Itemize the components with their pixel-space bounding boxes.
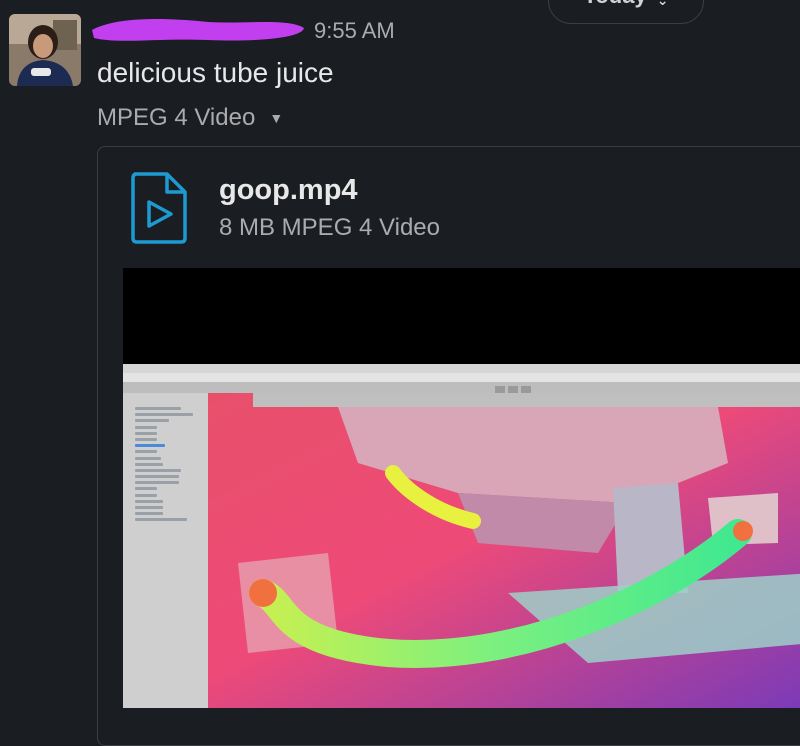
video-frame-titlebar [123, 364, 800, 373]
day-divider-button[interactable]: Today ⌄ [548, 0, 704, 24]
video-frame-toolbar [123, 382, 800, 393]
avatar[interactable] [9, 14, 81, 86]
video-file-icon [131, 172, 187, 244]
file-type-label: MPEG 4 Video [97, 104, 256, 131]
caret-down-icon: ▼ [269, 110, 284, 126]
message-text: delicious tube juice [97, 57, 334, 88]
video-player[interactable] [123, 268, 800, 708]
file-name-link[interactable]: goop.mp4 [219, 174, 358, 207]
video-frame-hierarchy-panel [123, 393, 208, 708]
chevron-down-icon: ⌄ [656, 0, 669, 8]
redacted-sender-name [92, 19, 304, 41]
file-type-toggle[interactable]: MPEG 4 Video ▼ [97, 104, 283, 132]
message-timestamp[interactable]: 9:55 AM [314, 18, 395, 44]
day-divider-label: Today [584, 0, 647, 9]
video-frame-scene-view [208, 393, 800, 708]
video-frame-menubar [123, 373, 800, 382]
video-frame-unity-editor [123, 364, 800, 708]
file-meta: 8 MB MPEG 4 Video [219, 214, 440, 241]
